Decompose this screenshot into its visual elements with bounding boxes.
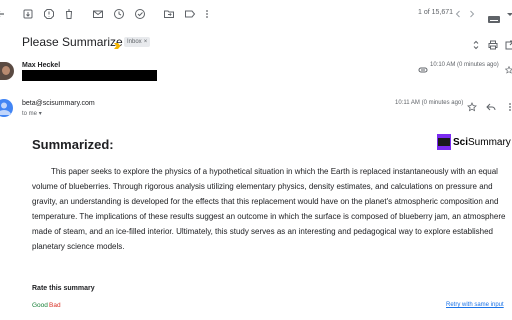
rate-heading: Rate this summary	[32, 285, 95, 292]
logo-wordmark: SciSummary	[453, 137, 511, 148]
open-in-new-window-icon[interactable]	[505, 37, 512, 50]
more-vert-icon[interactable]	[505, 99, 512, 111]
reply-icon[interactable]	[486, 99, 496, 111]
expand-collapse-icon[interactable]	[471, 37, 481, 50]
delete-icon[interactable]	[63, 8, 75, 20]
rate-good-link[interactable]: Good	[32, 302, 48, 309]
label-icon[interactable]	[184, 8, 196, 20]
inbox-label-text: Inbox	[127, 39, 142, 45]
attachment-icon	[418, 61, 428, 73]
sender-avatar[interactable]	[0, 62, 14, 80]
scisummary-logo: SciSummary	[437, 134, 511, 150]
print-icon[interactable]	[488, 37, 498, 50]
toolbar: 1 of 15,671	[0, 0, 512, 28]
logo-bold-text: Sci	[453, 136, 469, 148]
email-subject: Please Summarize	[22, 35, 123, 49]
chevron-left-icon[interactable]	[452, 8, 464, 20]
move-to-icon[interactable]	[163, 8, 175, 20]
dropdown-arrow-icon[interactable]	[504, 8, 512, 20]
pagination-count: 1 of 15,671	[418, 9, 454, 16]
recipient-details-toggle[interactable]: to me ▾	[22, 110, 42, 117]
logo-mark	[437, 134, 451, 150]
snooze-icon[interactable]	[113, 8, 125, 20]
summary-heading: Summarized:	[32, 137, 114, 152]
report-spam-icon[interactable]	[43, 8, 55, 20]
retry-link[interactable]: Retry with same input	[446, 302, 504, 308]
importance-marker-icon[interactable]	[114, 37, 122, 49]
sender-email[interactable]: beta@scisummary.com	[22, 100, 95, 107]
archive-icon[interactable]	[22, 8, 34, 20]
star-icon[interactable]	[467, 99, 477, 112]
inbox-label-chip[interactable]: Inbox ×	[124, 37, 151, 47]
more-vert-icon[interactable]	[201, 8, 213, 20]
keyboard-icon[interactable]	[488, 10, 500, 23]
sender-name[interactable]: Max Heckel	[22, 62, 60, 69]
mark-unread-icon[interactable]	[92, 8, 104, 20]
rate-bad-link[interactable]: Bad	[49, 302, 61, 309]
recipient-text: to me	[22, 111, 38, 117]
add-task-icon[interactable]	[134, 8, 146, 20]
chip-remove-button[interactable]: ×	[144, 39, 148, 45]
avatar-icon[interactable]	[0, 99, 14, 117]
redacted-email-block	[22, 70, 157, 81]
star-icon[interactable]	[504, 61, 512, 74]
back-arrow-icon[interactable]	[0, 8, 6, 20]
message-timestamp: 10:11 AM (0 minutes ago)	[395, 100, 464, 106]
message-timestamp: 10:10 AM (0 minutes ago)	[430, 62, 499, 68]
summary-paragraph: This paper seeks to explore the physics …	[32, 167, 506, 251]
chevron-right-icon[interactable]	[466, 8, 478, 20]
chevron-down-icon: ▾	[38, 111, 42, 117]
logo-rest-text: Summary	[468, 136, 511, 148]
